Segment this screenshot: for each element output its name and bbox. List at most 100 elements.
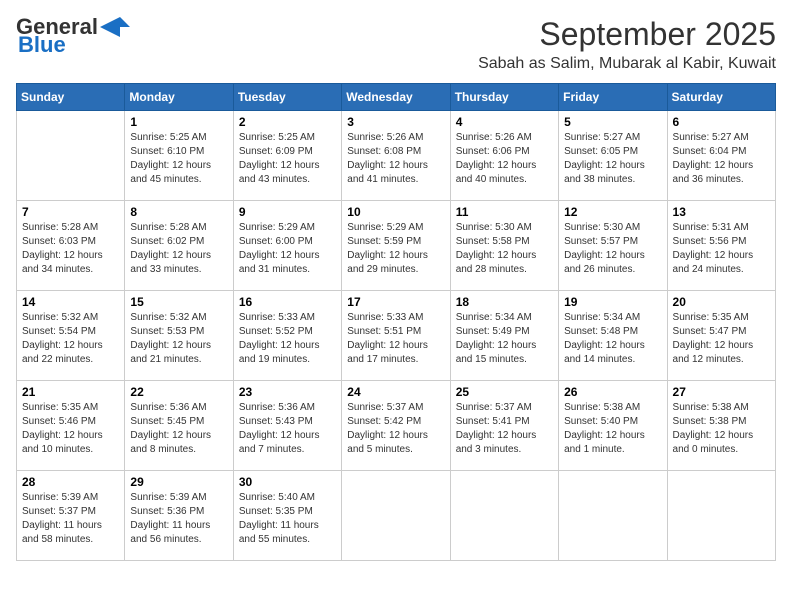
day-number: 11 [456, 205, 553, 219]
day-info: Sunrise: 5:32 AMSunset: 5:54 PMDaylight:… [22, 311, 119, 367]
calendar-cell: 17 Sunrise: 5:33 AMSunset: 5:51 PMDayligh… [342, 291, 450, 381]
calendar-header-tuesday: Tuesday [233, 84, 341, 111]
day-info: Sunrise: 5:33 AMSunset: 5:52 PMDaylight:… [239, 311, 336, 367]
day-info: Sunrise: 5:30 AMSunset: 5:57 PMDaylight:… [564, 221, 661, 277]
day-info: Sunrise: 5:34 AMSunset: 5:48 PMDaylight:… [564, 311, 661, 367]
page-header: General Blue September 2025 Sabah as Sal… [16, 16, 776, 73]
calendar-cell: 20Sunrise: 5:35 AMSunset: 5:47 PMDayligh… [667, 291, 775, 381]
calendar-header-thursday: Thursday [450, 84, 558, 111]
calendar-cell: 22Sunrise: 5:36 AMSunset: 5:45 PMDayligh… [125, 381, 233, 471]
day-number: 6 [673, 115, 770, 129]
month-title: September 2025 [478, 16, 776, 53]
day-info: Sunrise: 5:38 AMSunset: 5:40 PMDaylight:… [564, 401, 661, 457]
day-number: 22 [130, 385, 227, 399]
day-number: 21 [22, 385, 119, 399]
logo-arrow-icon [100, 17, 130, 37]
calendar-cell: 23 Sunrise: 5:36 AMSunset: 5:43 PMDayligh… [233, 381, 341, 471]
day-number: 10 [347, 205, 444, 219]
logo: General Blue [16, 16, 130, 58]
day-number: 16 [239, 295, 336, 309]
day-info: Sunrise: 5:26 AMSunset: 6:08 PMDaylight:… [347, 131, 444, 187]
calendar-cell [450, 471, 558, 561]
day-number: 25 [456, 385, 553, 399]
day-info: Sunrise: 5:35 AMSunset: 5:46 PMDaylight:… [22, 401, 119, 457]
calendar-cell: 16 Sunrise: 5:33 AMSunset: 5:52 PMDayligh… [233, 291, 341, 381]
day-number: 18 [456, 295, 553, 309]
day-number: 17 [347, 295, 444, 309]
calendar-cell: 6 Sunrise: 5:27 AMSunset: 6:04 PMDaylight… [667, 111, 775, 201]
calendar-cell: 15 Sunrise: 5:32 AMSunset: 5:53 PMDayligh… [125, 291, 233, 381]
calendar-cell [342, 471, 450, 561]
day-info: Sunrise: 5:32 AMSunset: 5:53 PMDaylight:… [130, 311, 227, 367]
week-row-3: 14 Sunrise: 5:32 AMSunset: 5:54 PMDayligh… [17, 291, 776, 381]
day-number: 12 [564, 205, 661, 219]
calendar-table: SundayMondayTuesdayWednesdayThursdayFrid… [16, 83, 776, 561]
week-row-1: 1 Sunrise: 5:25 AMSunset: 6:10 PMDaylight… [17, 111, 776, 201]
day-number: 24 [347, 385, 444, 399]
day-info: Sunrise: 5:34 AMSunset: 5:49 PMDaylight:… [456, 311, 553, 367]
calendar-cell: 10 Sunrise: 5:29 AMSunset: 5:59 PMDayligh… [342, 201, 450, 291]
location-title: Sabah as Salim, Mubarak al Kabir, Kuwait [478, 55, 776, 73]
calendar-cell: 30 Sunrise: 5:40 AMSunset: 5:35 PMDayligh… [233, 471, 341, 561]
calendar-cell: 4 Sunrise: 5:26 AMSunset: 6:06 PMDaylight… [450, 111, 558, 201]
calendar-cell: 12 Sunrise: 5:30 AMSunset: 5:57 PMDayligh… [559, 201, 667, 291]
day-number: 30 [239, 475, 336, 489]
calendar-cell: 19 Sunrise: 5:34 AMSunset: 5:48 PMDayligh… [559, 291, 667, 381]
calendar-cell: 1 Sunrise: 5:25 AMSunset: 6:10 PMDaylight… [125, 111, 233, 201]
day-number: 8 [130, 205, 227, 219]
week-row-5: 28Sunrise: 5:39 AMSunset: 5:37 PMDayligh… [17, 471, 776, 561]
day-info: Sunrise: 5:33 AMSunset: 5:51 PMDaylight:… [347, 311, 444, 367]
day-number: 9 [239, 205, 336, 219]
calendar-cell: 21 Sunrise: 5:35 AMSunset: 5:46 PMDayligh… [17, 381, 125, 471]
logo-blue-text: Blue [16, 32, 66, 58]
calendar-cell: 28Sunrise: 5:39 AMSunset: 5:37 PMDayligh… [17, 471, 125, 561]
day-info: Sunrise: 5:27 AMSunset: 6:04 PMDaylight:… [673, 131, 770, 187]
calendar-cell: 8 Sunrise: 5:28 AMSunset: 6:02 PMDaylight… [125, 201, 233, 291]
day-number: 4 [456, 115, 553, 129]
calendar-cell: 7 Sunrise: 5:28 AMSunset: 6:03 PMDaylight… [17, 201, 125, 291]
calendar-cell: 13 Sunrise: 5:31 AMSunset: 5:56 PMDayligh… [667, 201, 775, 291]
day-info: Sunrise: 5:25 AMSunset: 6:10 PMDaylight:… [130, 131, 227, 187]
day-info: Sunrise: 5:40 AMSunset: 5:35 PMDaylight:… [239, 491, 336, 547]
day-info: Sunrise: 5:39 AMSunset: 5:37 PMDaylight:… [22, 491, 119, 547]
day-number: 7 [22, 205, 119, 219]
calendar-cell: 25Sunrise: 5:37 AMSunset: 5:41 PMDayligh… [450, 381, 558, 471]
day-number: 26 [564, 385, 661, 399]
day-info: Sunrise: 5:30 AMSunset: 5:58 PMDaylight:… [456, 221, 553, 277]
calendar-header-monday: Monday [125, 84, 233, 111]
calendar-header-friday: Friday [559, 84, 667, 111]
day-number: 1 [130, 115, 227, 129]
day-info: Sunrise: 5:25 AMSunset: 6:09 PMDaylight:… [239, 131, 336, 187]
day-number: 29 [130, 475, 227, 489]
calendar-cell: 3Sunrise: 5:26 AMSunset: 6:08 PMDaylight… [342, 111, 450, 201]
calendar-cell: 18 Sunrise: 5:34 AMSunset: 5:49 PMDayligh… [450, 291, 558, 381]
calendar-header-sunday: Sunday [17, 84, 125, 111]
day-info: Sunrise: 5:28 AMSunset: 6:02 PMDaylight:… [130, 221, 227, 277]
day-info: Sunrise: 5:29 AMSunset: 6:00 PMDaylight:… [239, 221, 336, 277]
day-number: 23 [239, 385, 336, 399]
day-number: 19 [564, 295, 661, 309]
day-number: 15 [130, 295, 227, 309]
day-info: Sunrise: 5:28 AMSunset: 6:03 PMDaylight:… [22, 221, 119, 277]
calendar-cell: 11 Sunrise: 5:30 AMSunset: 5:58 PMDayligh… [450, 201, 558, 291]
day-info: Sunrise: 5:39 AMSunset: 5:36 PMDaylight:… [130, 491, 227, 547]
day-info: Sunrise: 5:36 AMSunset: 5:43 PMDaylight:… [239, 401, 336, 457]
week-row-4: 21 Sunrise: 5:35 AMSunset: 5:46 PMDayligh… [17, 381, 776, 471]
day-info: Sunrise: 5:31 AMSunset: 5:56 PMDaylight:… [673, 221, 770, 277]
day-number: 13 [673, 205, 770, 219]
week-row-2: 7 Sunrise: 5:28 AMSunset: 6:03 PMDaylight… [17, 201, 776, 291]
day-info: Sunrise: 5:26 AMSunset: 6:06 PMDaylight:… [456, 131, 553, 187]
day-number: 14 [22, 295, 119, 309]
calendar-cell: 29 Sunrise: 5:39 AMSunset: 5:36 PMDayligh… [125, 471, 233, 561]
calendar-cell: 26 Sunrise: 5:38 AMSunset: 5:40 PMDayligh… [559, 381, 667, 471]
day-info: Sunrise: 5:38 AMSunset: 5:38 PMDaylight:… [673, 401, 770, 457]
calendar-cell: 2Sunrise: 5:25 AMSunset: 6:09 PMDaylight… [233, 111, 341, 201]
day-info: Sunrise: 5:29 AMSunset: 5:59 PMDaylight:… [347, 221, 444, 277]
calendar-cell [559, 471, 667, 561]
day-info: Sunrise: 5:35 AMSunset: 5:47 PMDaylight:… [673, 311, 770, 367]
calendar-cell [667, 471, 775, 561]
day-number: 5 [564, 115, 661, 129]
day-info: Sunrise: 5:37 AMSunset: 5:42 PMDaylight:… [347, 401, 444, 457]
calendar-cell: 14 Sunrise: 5:32 AMSunset: 5:54 PMDayligh… [17, 291, 125, 381]
calendar-header-row: SundayMondayTuesdayWednesdayThursdayFrid… [17, 84, 776, 111]
